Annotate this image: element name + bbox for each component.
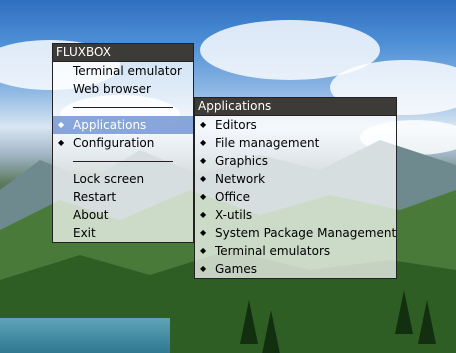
applications-menu-title: Applications <box>195 98 396 116</box>
submenu-item-file-management[interactable]: ◆ File management <box>195 134 396 152</box>
menu-item-label: X-utils <box>215 208 253 222</box>
diamond-bullet-icon: ◆ <box>58 138 65 147</box>
submenu-item-system-package-management[interactable]: ◆ System Package Management <box>195 224 396 242</box>
diamond-bullet-icon: ◆ <box>58 120 65 129</box>
menu-item-lock-screen[interactable]: Lock screen <box>53 170 193 188</box>
diamond-bullet-icon: ◆ <box>200 156 207 165</box>
menu-item-label: Web browser <box>73 82 151 96</box>
menu-item-web-browser[interactable]: Web browser <box>53 80 193 98</box>
submenu-item-editors[interactable]: ◆ Editors <box>195 116 396 134</box>
diamond-bullet-icon: ◆ <box>200 228 207 237</box>
tree <box>395 290 413 334</box>
submenu-item-x-utils[interactable]: ◆ X-utils <box>195 206 396 224</box>
submenu-item-network[interactable]: ◆ Network <box>195 170 396 188</box>
diamond-bullet-icon: ◆ <box>200 120 207 129</box>
diamond-bullet-icon: ◆ <box>200 192 207 201</box>
applications-submenu: Applications ◆ Editors ◆ File management… <box>194 97 397 279</box>
fluxbox-root-menu: FLUXBOX Terminal emulator Web browser ◆ … <box>52 43 194 243</box>
submenu-item-graphics[interactable]: ◆ Graphics <box>195 152 396 170</box>
diamond-bullet-icon: ◆ <box>200 264 207 273</box>
menu-item-label: About <box>73 208 109 222</box>
menu-item-terminal-emulator[interactable]: Terminal emulator <box>53 62 193 80</box>
menu-item-configuration[interactable]: ◆ Configuration <box>53 134 193 152</box>
submenu-item-office[interactable]: ◆ Office <box>195 188 396 206</box>
menu-item-exit[interactable]: Exit <box>53 224 193 242</box>
menu-item-label: Office <box>215 190 251 204</box>
menu-item-label: Terminal emulator <box>73 64 182 78</box>
tree <box>240 300 258 344</box>
menu-item-label: Games <box>215 262 257 276</box>
diamond-bullet-icon: ◆ <box>200 246 207 255</box>
tree <box>418 300 436 344</box>
menu-item-label: Lock screen <box>73 172 145 186</box>
menu-item-label: Terminal emulators <box>215 244 331 258</box>
diamond-bullet-icon: ◆ <box>200 138 207 147</box>
diamond-bullet-icon: ◆ <box>200 174 207 183</box>
menu-item-applications[interactable]: ◆ Applications <box>53 116 193 134</box>
menu-item-label: Applications <box>73 118 147 132</box>
menu-separator <box>53 152 193 170</box>
submenu-item-terminal-emulators[interactable]: ◆ Terminal emulators <box>195 242 396 260</box>
menu-item-restart[interactable]: Restart <box>53 188 193 206</box>
menu-item-about[interactable]: About <box>53 206 193 224</box>
menu-item-label: Configuration <box>73 136 155 150</box>
diamond-bullet-icon: ◆ <box>200 210 207 219</box>
lake <box>0 318 170 353</box>
menu-item-label: Restart <box>73 190 117 204</box>
menu-item-label: System Package Management <box>215 226 397 240</box>
menu-item-label: Network <box>215 172 266 186</box>
menu-separator <box>53 98 193 116</box>
menu-item-label: File management <box>215 136 320 150</box>
menu-item-label: Editors <box>215 118 257 132</box>
tree <box>262 310 280 353</box>
menu-item-label: Exit <box>73 226 96 240</box>
submenu-item-games[interactable]: ◆ Games <box>195 260 396 278</box>
root-menu-title: FLUXBOX <box>53 44 193 62</box>
menu-item-label: Graphics <box>215 154 268 168</box>
